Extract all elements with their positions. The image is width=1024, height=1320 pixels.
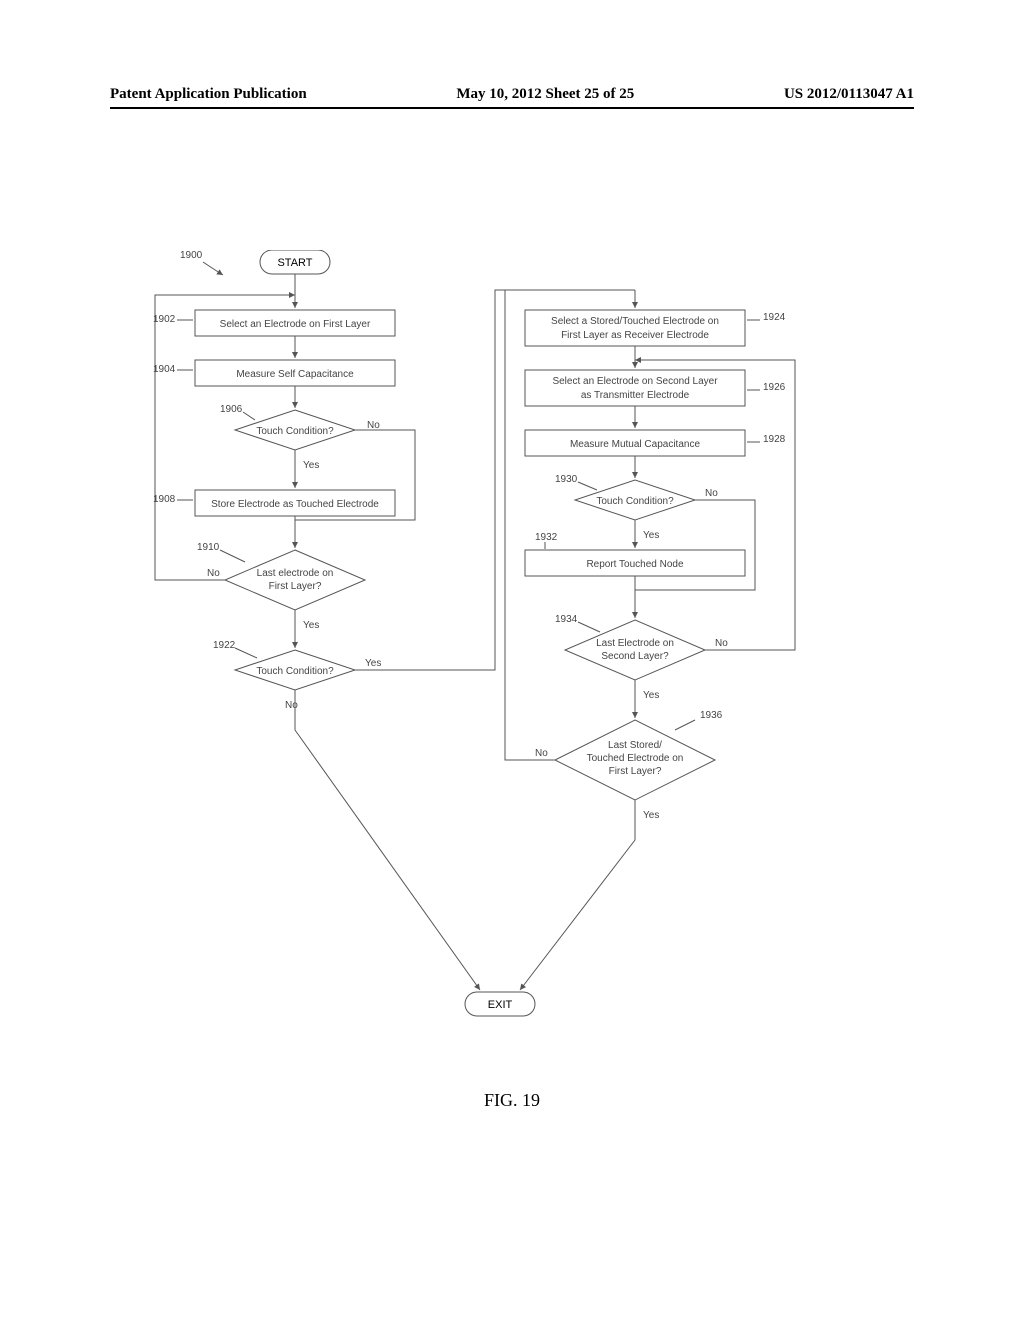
page-header: Patent Application Publication May 10, 2… bbox=[110, 86, 914, 109]
dec-1906-text: Touch Condition? bbox=[256, 426, 334, 437]
dec-1934 bbox=[565, 620, 705, 680]
ref-1932: 1932 bbox=[535, 532, 558, 543]
ref-1936: 1936 bbox=[700, 710, 723, 721]
ref-1934-leader bbox=[578, 622, 600, 632]
dec-1910-l2: First Layer? bbox=[269, 581, 322, 592]
lbl-1934-no: No bbox=[715, 638, 728, 649]
dec-1936-l3: First Layer? bbox=[609, 766, 662, 777]
box-1908-text: Store Electrode as Touched Electrode bbox=[211, 499, 379, 510]
dec-1934-l2: Second Layer? bbox=[601, 651, 669, 662]
dec-1934-l1: Last Electrode on bbox=[596, 638, 674, 649]
lbl-1934-yes: Yes bbox=[643, 690, 659, 701]
lbl-1922-yes: Yes bbox=[365, 658, 381, 669]
ref-1906: 1906 bbox=[220, 404, 243, 415]
header-left: Patent Application Publication bbox=[110, 86, 307, 103]
box-1924-l1: Select a Stored/Touched Electrode on bbox=[551, 316, 719, 327]
box-1926-l1: Select an Electrode on Second Layer bbox=[552, 376, 718, 387]
flowchart-svg: START 1900 Select an Electrode on First … bbox=[135, 250, 885, 1050]
box-1932-text: Report Touched Node bbox=[586, 559, 684, 570]
box-1926-l2: as Transmitter Electrode bbox=[581, 390, 690, 401]
lbl-1930-no: No bbox=[705, 488, 718, 499]
ref-1902: 1902 bbox=[153, 314, 176, 325]
dec-1910-l1: Last electrode on bbox=[257, 568, 334, 579]
ref-1922: 1922 bbox=[213, 640, 236, 651]
dec-1910 bbox=[225, 550, 365, 610]
ref-1930-leader bbox=[578, 482, 597, 490]
lbl-1906-no: No bbox=[367, 420, 380, 431]
header-right: US 2012/0113047 A1 bbox=[784, 86, 914, 103]
ref-1928: 1928 bbox=[763, 434, 786, 445]
box-1924-l2: First Layer as Receiver Electrode bbox=[561, 330, 709, 341]
start-label: START bbox=[277, 257, 312, 269]
ref-1908: 1908 bbox=[153, 494, 176, 505]
lbl-1910-yes: Yes bbox=[303, 620, 319, 631]
lbl-1922-no: No bbox=[285, 700, 298, 711]
exit-label: EXIT bbox=[488, 999, 513, 1011]
box-1902-text: Select an Electrode on First Layer bbox=[220, 319, 371, 330]
ref-1924: 1924 bbox=[763, 312, 786, 323]
figure-caption: FIG. 19 bbox=[0, 1090, 1024, 1111]
box-1928-text: Measure Mutual Capacitance bbox=[570, 439, 701, 450]
dec-1922-text: Touch Condition? bbox=[256, 666, 334, 677]
lbl-1936-yes: Yes bbox=[643, 810, 659, 821]
header-center: May 10, 2012 Sheet 25 of 25 bbox=[456, 86, 634, 103]
edge-1922-no-exit bbox=[295, 690, 480, 990]
edge-1936-exit bbox=[520, 800, 635, 990]
dec-1936-l2: Touched Electrode on bbox=[587, 753, 684, 764]
box-1904-text: Measure Self Capacitance bbox=[236, 369, 354, 380]
ref-1922-leader bbox=[235, 648, 257, 658]
edge-1936-no bbox=[505, 290, 635, 760]
flowchart-figure: START 1900 Select an Electrode on First … bbox=[135, 250, 885, 1050]
lbl-1906-yes: Yes bbox=[303, 460, 319, 471]
ref-1900-leader bbox=[203, 262, 223, 275]
lbl-1936-no: No bbox=[535, 748, 548, 759]
ref-1930: 1930 bbox=[555, 474, 578, 485]
lbl-1930-yes: Yes bbox=[643, 530, 659, 541]
ref-1934: 1934 bbox=[555, 614, 578, 625]
ref-1900: 1900 bbox=[180, 250, 203, 261]
dec-1936-l1: Last Stored/ bbox=[608, 740, 662, 751]
ref-1910: 1910 bbox=[197, 542, 220, 553]
ref-1910-leader bbox=[220, 550, 245, 562]
ref-1936-leader bbox=[675, 720, 695, 730]
dec-1930-text: Touch Condition? bbox=[596, 496, 674, 507]
edge-1922-yes bbox=[355, 290, 635, 670]
ref-1906-leader bbox=[243, 412, 255, 420]
ref-1926: 1926 bbox=[763, 382, 786, 393]
lbl-1910-no: No bbox=[207, 568, 220, 579]
ref-1904: 1904 bbox=[153, 364, 176, 375]
